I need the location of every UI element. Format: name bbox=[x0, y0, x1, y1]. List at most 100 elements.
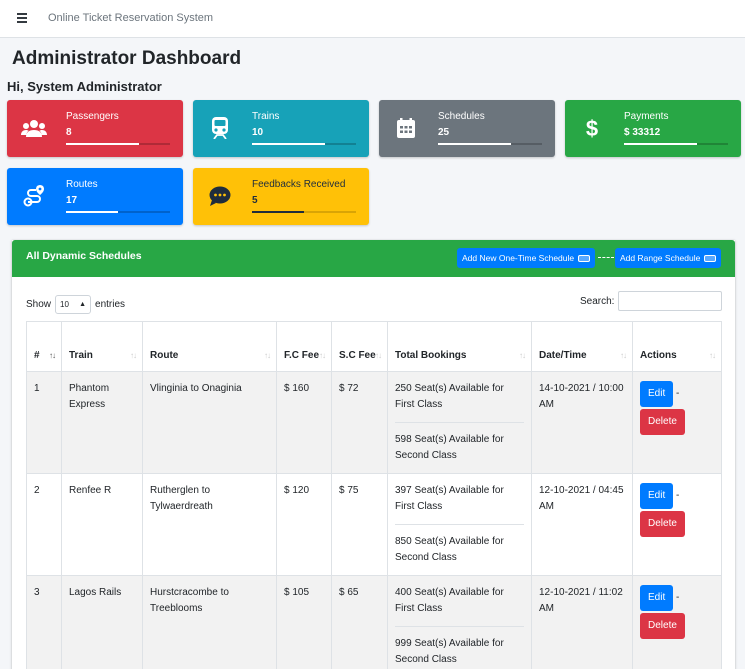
second-class-availability: 850 Seat(s) Available for Second Class bbox=[395, 536, 504, 563]
cell-fc-fee: $ 105 bbox=[276, 575, 332, 669]
entries-value: 10 bbox=[60, 300, 69, 309]
ticket-icon bbox=[578, 254, 591, 262]
column-header[interactable]: Date/Time ↑↓ bbox=[531, 321, 633, 372]
stat-progress bbox=[624, 143, 728, 145]
sort-icon: ↑↓ bbox=[264, 351, 271, 360]
stat-box-schedules: Schedules 25 bbox=[379, 100, 555, 157]
select-arrows-icon: ▲︎ bbox=[79, 301, 87, 308]
cell-train: Lagos Rails bbox=[61, 575, 143, 669]
show-label: Show bbox=[26, 299, 52, 310]
calendar-icon bbox=[391, 116, 421, 140]
dollar-icon: $ bbox=[577, 116, 607, 140]
cell-bookings: 250 Seat(s) Available for First Class 598… bbox=[387, 371, 532, 474]
column-header-label: # bbox=[34, 350, 40, 361]
stat-value: 8 bbox=[66, 127, 72, 138]
stat-progress bbox=[252, 143, 356, 145]
stat-box-feedbacks-received: Feedbacks Received 5 bbox=[193, 168, 369, 225]
schedules-table: # ↑↓ Train ↑↓ Route ↑↓ F.C Fee ↑↓ S.C Fee ↑↓ Total… bbox=[26, 321, 722, 669]
second-class-availability: 598 Seat(s) Available for Second Class bbox=[395, 434, 504, 461]
card-title: All Dynamic Schedules bbox=[26, 250, 142, 262]
sort-icon: ↑↓ bbox=[519, 351, 526, 360]
stat-value: $ 33312 bbox=[624, 127, 661, 138]
add-range-label: Add Range Schedule bbox=[620, 253, 701, 263]
stat-label: Trains bbox=[252, 111, 280, 122]
entries-length: Show 10 ▲︎ entries bbox=[26, 295, 125, 314]
cell-actions: Edit - Delete bbox=[632, 371, 722, 474]
stat-label: Feedbacks Received bbox=[252, 179, 346, 190]
stat-progress bbox=[66, 211, 170, 213]
column-header-label: Actions bbox=[640, 350, 677, 361]
entries-select[interactable]: 10 ▲︎ bbox=[55, 295, 92, 314]
column-header-label: S.C Fee bbox=[339, 350, 376, 361]
app-title: Online Ticket Reservation System bbox=[48, 12, 214, 24]
schedules-card: All Dynamic Schedules Add New One-Time S… bbox=[12, 240, 735, 669]
cell-sc-fee: $ 75 bbox=[331, 473, 388, 576]
stat-label: Passengers bbox=[66, 111, 119, 122]
column-header-label: Total Bookings bbox=[395, 350, 467, 361]
search-label: Search: bbox=[580, 296, 615, 307]
table-header-row: # ↑↓ Train ↑↓ Route ↑↓ F.C Fee ↑↓ S.C Fee ↑↓ Total… bbox=[26, 321, 722, 372]
cell-train: Renfee R bbox=[61, 473, 143, 576]
delete-button[interactable]: Delete bbox=[640, 511, 685, 537]
add-range-schedule-button[interactable]: Add Range Schedule bbox=[615, 248, 722, 268]
edit-button[interactable]: Edit bbox=[640, 585, 674, 611]
add-one-time-schedule-button[interactable]: Add New One-Time Schedule bbox=[457, 248, 596, 268]
table-row: 3 Lagos Rails Hurstcracombe to Treeblooms $… bbox=[26, 575, 722, 669]
sort-icon: ↑↓ bbox=[375, 351, 382, 360]
sort-icon: ↑↓ bbox=[709, 351, 716, 360]
divider bbox=[598, 257, 614, 258]
edit-button[interactable]: Edit bbox=[640, 381, 674, 407]
sort-icon: ↑↓ bbox=[49, 351, 56, 360]
column-header[interactable]: F.C Fee ↑↓ bbox=[276, 321, 332, 372]
delete-button[interactable]: Delete bbox=[640, 613, 685, 639]
column-header-label: Train bbox=[69, 350, 93, 361]
first-class-availability: 397 Seat(s) Available for First Class bbox=[395, 485, 504, 512]
stat-label: Payments bbox=[624, 111, 669, 122]
column-header[interactable]: Train ↑↓ bbox=[61, 321, 143, 372]
cell-train: Phantom Express bbox=[61, 371, 143, 474]
cell-number: 3 bbox=[26, 575, 62, 669]
top-navbar: Online Ticket Reservation System bbox=[0, 0, 745, 38]
cell-datetime: 12-10-2021 / 11:02 AM bbox=[531, 575, 633, 669]
cell-number: 2 bbox=[26, 473, 62, 576]
entries-label: entries bbox=[95, 299, 126, 310]
cell-bookings: 397 Seat(s) Available for First Class 850… bbox=[387, 473, 532, 576]
ticket-icon bbox=[704, 254, 717, 262]
column-header[interactable]: Total Bookings ↑↓ bbox=[387, 321, 532, 372]
column-header[interactable]: S.C Fee ↑↓ bbox=[331, 321, 388, 372]
stat-value: 25 bbox=[438, 127, 450, 138]
stat-progress bbox=[252, 211, 356, 213]
cell-fc-fee: $ 160 bbox=[276, 371, 332, 474]
cell-datetime: 12-10-2021 / 04:45 AM bbox=[531, 473, 633, 576]
column-header[interactable]: # ↑↓ bbox=[26, 321, 62, 372]
stat-label: Schedules bbox=[438, 111, 485, 122]
first-class-availability: 400 Seat(s) Available for First Class bbox=[395, 587, 504, 614]
column-header[interactable]: Route ↑↓ bbox=[142, 321, 277, 372]
stat-value: 5 bbox=[252, 195, 258, 206]
cell-sc-fee: $ 72 bbox=[331, 371, 388, 474]
cell-route: Vlinginia to Onaginia bbox=[142, 371, 277, 474]
schedules-card-header: All Dynamic Schedules Add New One-Time S… bbox=[12, 240, 735, 277]
column-header[interactable]: Actions ↑↓ bbox=[632, 321, 722, 372]
users-icon bbox=[19, 116, 49, 140]
first-class-availability: 250 Seat(s) Available for First Class bbox=[395, 383, 504, 410]
stat-box-trains: Trains 10 bbox=[193, 100, 369, 157]
cell-number: 1 bbox=[26, 371, 62, 474]
add-one-time-label: Add New One-Time Schedule bbox=[462, 253, 575, 263]
stat-box-passengers: Passengers 8 bbox=[7, 100, 183, 157]
stat-label: Routes bbox=[66, 179, 98, 190]
stat-progress bbox=[66, 143, 170, 145]
menu-toggle-icon[interactable] bbox=[17, 13, 27, 23]
edit-button[interactable]: Edit bbox=[640, 483, 674, 509]
column-header-label: Route bbox=[150, 350, 179, 361]
stat-value: 17 bbox=[66, 195, 78, 206]
comment-icon bbox=[205, 184, 235, 208]
page-title: Administrator Dashboard bbox=[12, 48, 242, 69]
delete-button[interactable]: Delete bbox=[640, 409, 685, 435]
cell-bookings: 400 Seat(s) Available for First Class 999… bbox=[387, 575, 532, 669]
stat-box-payments: $ Payments $ 33312 bbox=[565, 100, 741, 157]
search-input[interactable] bbox=[618, 291, 722, 311]
cell-route: Hurstcracombe to Treeblooms bbox=[142, 575, 277, 669]
cell-actions: Edit - Delete bbox=[632, 575, 722, 669]
cell-actions: Edit - Delete bbox=[632, 473, 722, 576]
